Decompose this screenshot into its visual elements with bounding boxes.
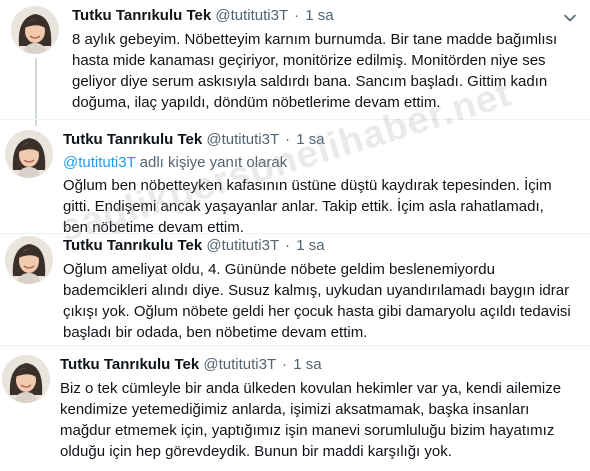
avatar[interactable]: [5, 130, 53, 178]
avatar-photo-icon: [11, 6, 59, 54]
tweet-header: Tutku Tanrıkulu Tek @tutituti3T · 1 sa: [63, 236, 325, 256]
author-handle[interactable]: @tutituti3T: [206, 237, 278, 254]
thread-connector-line: [35, 58, 37, 126]
reply-to-handle[interactable]: @tutituti3T: [63, 154, 135, 171]
reply-context: @tutituti3T adlı kişiye yanıt olarak: [63, 153, 287, 173]
tweet-text: 8 aylık gebeyim. Nöbetteyim karnım burnu…: [72, 31, 558, 111]
tweet-text: Biz o tek cümleyle bir anda ülkeden kovu…: [60, 380, 562, 460]
avatar-photo-icon: [5, 130, 53, 178]
author-name[interactable]: Tutku Tanrıkulu Tek: [63, 237, 202, 254]
avatar[interactable]: [2, 355, 50, 403]
reply-label: adlı kişiye yanıt olarak: [135, 154, 288, 171]
author-handle[interactable]: @tutituti3T: [215, 7, 287, 24]
tweet-time[interactable]: 1 sa: [305, 7, 333, 24]
tweet-time[interactable]: 1 sa: [296, 131, 324, 148]
divider: [0, 119, 590, 120]
tweet-text: Oğlum ben nöbetteyken kafasının üstüne d…: [63, 177, 552, 236]
avatar-photo-icon: [2, 355, 50, 403]
author-handle[interactable]: @tutituti3T: [203, 356, 275, 373]
separator-dot: ·: [294, 7, 300, 24]
separator-dot: ·: [285, 131, 291, 148]
tweet-time[interactable]: 1 sa: [293, 356, 321, 373]
avatar[interactable]: [11, 6, 59, 54]
tweet-header: Tutku Tanrıkulu Tek @tutituti3T · 1 sa: [60, 355, 322, 375]
author-name[interactable]: Tutku Tanrıkulu Tek: [63, 131, 202, 148]
avatar-photo-icon: [5, 236, 53, 284]
avatar[interactable]: [5, 236, 53, 284]
tweet-header: Tutku Tanrıkulu Tek @tutituti3T · 1 sa: [63, 130, 325, 150]
tweet-text: Oğlum ameliyat oldu, 4. Gününde nöbete g…: [63, 261, 571, 341]
divider: [0, 345, 590, 346]
separator-dot: ·: [285, 237, 291, 254]
tweet-time[interactable]: 1 sa: [296, 237, 324, 254]
chevron-down-icon[interactable]: [562, 10, 578, 26]
author-handle[interactable]: @tutituti3T: [206, 131, 278, 148]
tweet-header: Tutku Tanrıkulu Tek @tutituti3T · 1 sa: [72, 6, 334, 26]
separator-dot: ·: [282, 356, 288, 373]
author-name[interactable]: Tutku Tanrıkulu Tek: [72, 7, 211, 24]
divider: [0, 233, 590, 234]
author-name[interactable]: Tutku Tanrıkulu Tek: [60, 356, 199, 373]
